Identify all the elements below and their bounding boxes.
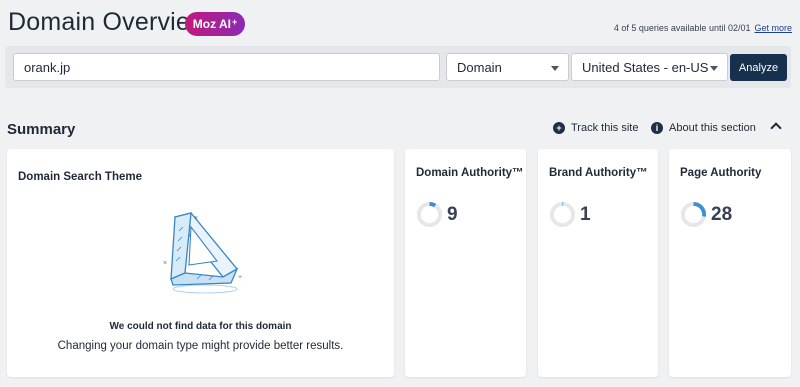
country-select[interactable]: United States - en-US bbox=[571, 53, 728, 81]
svg-text:×: × bbox=[163, 260, 167, 267]
brand-authority-card: Brand Authority™ 1 bbox=[538, 149, 658, 377]
summary-title: Summary bbox=[7, 121, 76, 138]
track-site-button[interactable]: + Track this site bbox=[553, 122, 638, 134]
brand-authority-title: Brand Authority™ bbox=[549, 167, 648, 179]
domain-type-value: Domain bbox=[457, 59, 502, 75]
search-bar: orank.jp Domain United States - en-US An… bbox=[5, 46, 791, 88]
sparkle-icon: + bbox=[231, 17, 238, 27]
info-icon: i bbox=[651, 122, 663, 134]
plus-icon: + bbox=[553, 122, 565, 134]
page-authority-gauge-icon bbox=[680, 201, 707, 228]
page-authority-card: Page Authority 28 bbox=[669, 149, 791, 377]
get-more-link[interactable]: Get more bbox=[754, 23, 792, 33]
track-site-label: Track this site bbox=[571, 122, 639, 134]
brand-authority-gauge-icon bbox=[549, 201, 576, 228]
analyze-button[interactable]: Analyze bbox=[730, 54, 787, 81]
about-section-label: About this section bbox=[669, 122, 756, 134]
chevron-down-icon bbox=[551, 66, 559, 71]
domain-search-theme-card: Domain Search Theme × × + We could not f… bbox=[7, 149, 394, 377]
domain-type-select[interactable]: Domain bbox=[446, 53, 569, 81]
impossible-triangle-illustration: × × + bbox=[163, 212, 242, 294]
domain-authority-title: Domain Authority™ bbox=[416, 167, 524, 179]
card-title: Domain Search Theme bbox=[18, 171, 142, 183]
domain-authority-gauge-icon bbox=[416, 201, 443, 228]
gauge-track bbox=[416, 201, 443, 228]
page-authority-metric: 28 bbox=[680, 201, 732, 228]
about-section-button[interactable]: i About this section bbox=[651, 122, 756, 134]
moz-ai-label: Moz AI bbox=[192, 17, 231, 31]
domain-authority-value: 9 bbox=[447, 203, 458, 225]
domain-input[interactable]: orank.jp bbox=[13, 53, 440, 81]
empty-state-subtitle: Changing your domain type might provide … bbox=[57, 340, 344, 352]
page-authority-title: Page Authority bbox=[680, 167, 762, 179]
country-value: United States - en-US bbox=[582, 59, 709, 75]
empty-state-title: We could not find data for this domain bbox=[109, 321, 292, 332]
quota-text: 4 of 5 queries available until 02/01 bbox=[613, 23, 751, 33]
chevron-down-icon bbox=[710, 66, 718, 71]
brand-authority-metric: 1 bbox=[549, 201, 591, 228]
chevron-up-icon[interactable] bbox=[770, 122, 782, 134]
svg-text:×: × bbox=[194, 215, 198, 222]
query-quota: 4 of 5 queries available until 02/01 Get … bbox=[614, 23, 792, 33]
page-authority-value: 28 bbox=[711, 203, 733, 225]
domain-authority-metric: 9 bbox=[416, 201, 458, 228]
brand-authority-value: 1 bbox=[580, 203, 591, 225]
svg-text:+: + bbox=[238, 274, 242, 281]
moz-ai-badge[interactable]: Moz AI + bbox=[185, 12, 245, 36]
domain-authority-card: Domain Authority™ 9 bbox=[405, 149, 526, 377]
gauge-track bbox=[549, 201, 576, 228]
page-title: Domain Overview bbox=[8, 8, 209, 36]
